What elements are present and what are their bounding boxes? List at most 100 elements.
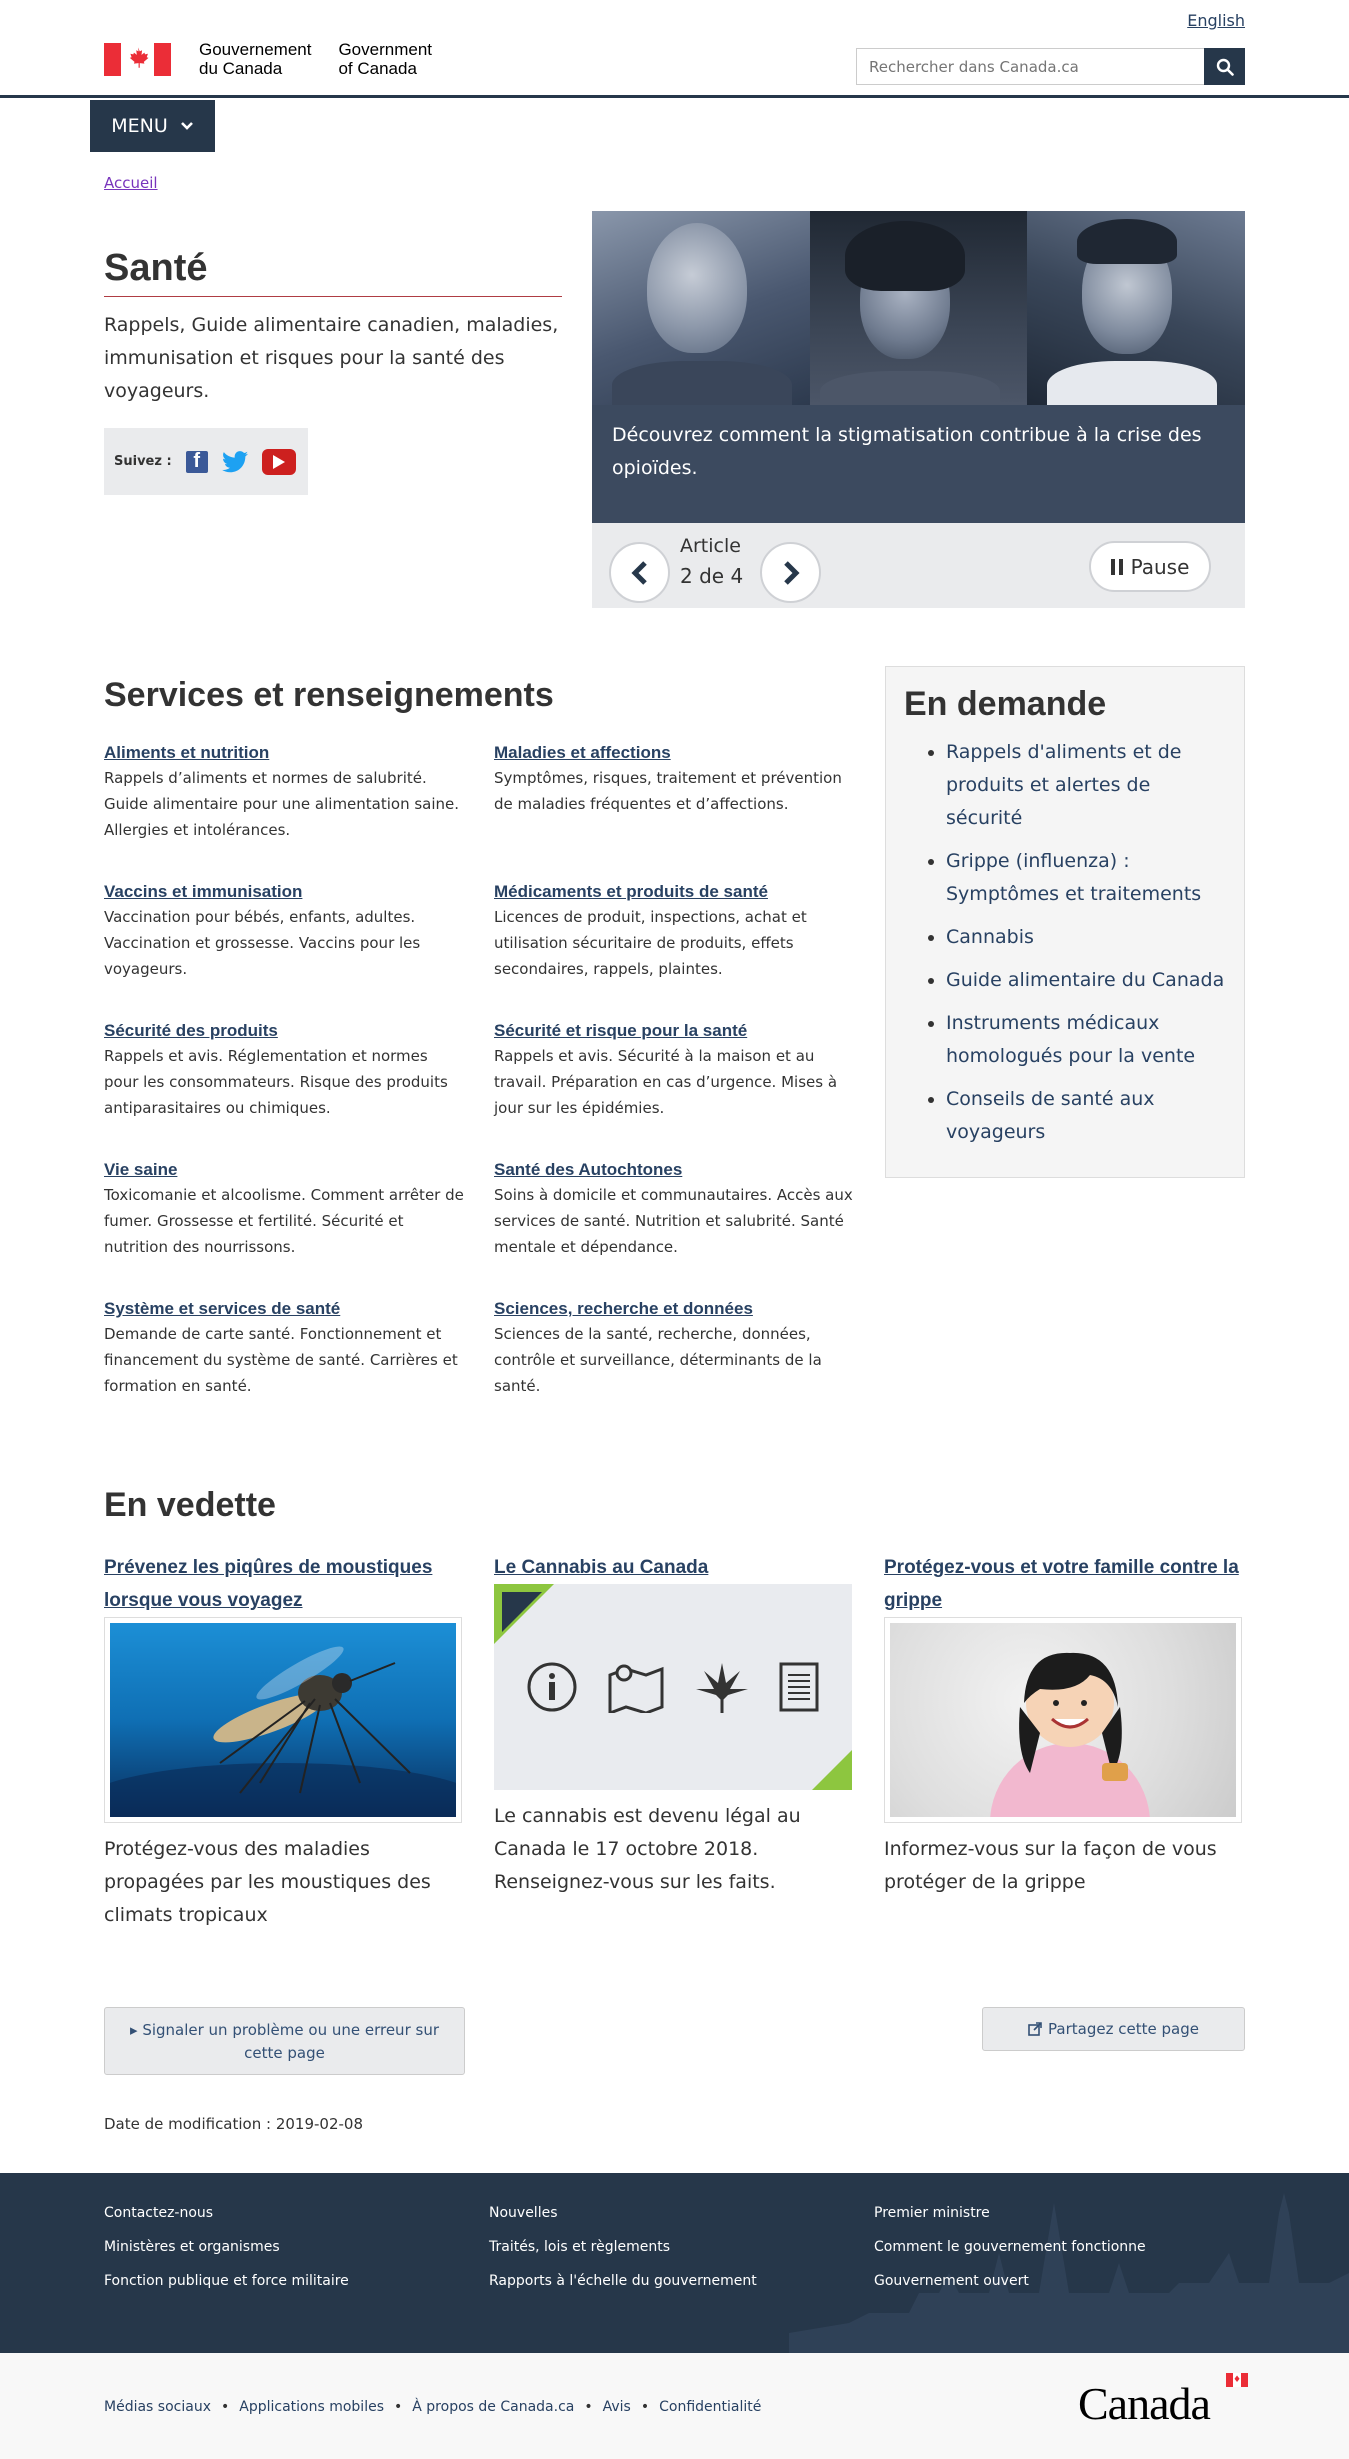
most-requested-list: Rappels d'aliments et de produits et ale… — [904, 736, 1226, 1149]
canada-flag-icon — [104, 42, 171, 76]
most-requested-title: En demande — [904, 685, 1107, 723]
service-item: Sécurité des produits Rappels et avis. Ré… — [104, 1021, 464, 1160]
service-link[interactable]: Maladies et affections — [494, 743, 671, 762]
footer-link[interactable]: Traités, lois et règlements — [489, 2239, 874, 2255]
footer-sub-link[interactable]: Médias sociaux — [104, 2399, 211, 2415]
most-requested-link[interactable]: Grippe (influenza) : Symptômes et traite… — [946, 850, 1201, 905]
service-description: Sciences de la santé, recherche, données… — [494, 1325, 822, 1395]
footer-main: Contactez-nous Nouvelles Premier ministr… — [0, 2173, 1349, 2353]
most-requested-link[interactable]: Conseils de santé aux voyageurs — [946, 1088, 1155, 1143]
list-item: Rappels d'aliments et de produits et ale… — [946, 736, 1226, 835]
footer-link[interactable]: Fonction publique et force militaire — [104, 2273, 489, 2289]
site-header: English Gouvernement du Canada Governmen… — [0, 0, 1349, 98]
footer-sub: Médias sociaux • Applications mobiles • À … — [0, 2353, 1349, 2459]
footer-link[interactable]: Ministères et organismes — [104, 2239, 489, 2255]
service-item: Maladies et affections Symptômes, risques… — [494, 743, 854, 882]
list-item: Guide alimentaire du Canada — [946, 964, 1226, 997]
featured-item: Le Cannabis au Canada Le cannabis est de… — [494, 1551, 852, 1932]
featured-link[interactable]: Le Cannabis au Canada — [494, 1551, 852, 1584]
featured-item: Prévenez les piqûres de moustiques lorsq… — [104, 1551, 462, 1932]
service-link[interactable]: Santé des Autochtones — [494, 1160, 682, 1179]
list-item: Instruments médicaux homologués pour la … — [946, 1007, 1226, 1073]
carousel-controls: Article 2 de 4 Pause — [592, 523, 1245, 608]
service-description: Soins à domicile et communautaires. Accè… — [494, 1186, 853, 1256]
footer-link[interactable]: Contactez-nous — [104, 2205, 489, 2221]
footer-sub-link[interactable]: Confidentialité — [659, 2399, 761, 2415]
services-title: Services et renseignements — [104, 676, 554, 714]
government-signature[interactable]: Gouvernement du Canada Government of Can… — [104, 40, 432, 78]
language-toggle-link[interactable]: English — [1187, 11, 1245, 30]
youtube-icon[interactable] — [261, 448, 296, 475]
footer-link[interactable]: Comment le gouvernement fonctionne — [874, 2239, 1259, 2255]
pause-icon — [1110, 558, 1123, 575]
footer-sub-link[interactable]: À propos de Canada.ca — [412, 2399, 574, 2415]
share-icon — [1028, 2022, 1042, 2036]
chevron-right-icon — [783, 560, 800, 585]
service-description: Licences de produit, inspections, achat … — [494, 908, 807, 978]
most-requested-link[interactable]: Rappels d'aliments et de produits et ale… — [946, 741, 1182, 829]
service-link[interactable]: Médicaments et produits de santé — [494, 882, 768, 901]
featured-section: En vedette Prévenez les piqûres de moust… — [104, 1486, 1245, 1932]
carousel-pause-button[interactable]: Pause — [1089, 541, 1211, 592]
service-description: Symptômes, risques, traitement et préven… — [494, 769, 842, 813]
document-icon — [779, 1662, 819, 1712]
service-item: Sécurité et risque pour la santé Rappels … — [494, 1021, 854, 1160]
list-item: Conseils de santé aux voyageurs — [946, 1083, 1226, 1149]
carousel-previous-button[interactable] — [609, 542, 670, 603]
footer-sub-link[interactable]: Avis — [603, 2399, 631, 2415]
cannabis-image[interactable] — [494, 1584, 852, 1790]
service-item: Aliments et nutrition Rappels d’aliments … — [104, 743, 464, 882]
share-page-label: Partagez cette page — [1048, 2020, 1199, 2038]
search-button[interactable] — [1204, 48, 1245, 85]
search-icon — [1216, 58, 1234, 76]
featured-link[interactable]: Prévenez les piqûres de moustiques lorsq… — [104, 1551, 462, 1617]
map-icon — [608, 1664, 664, 1713]
social-follow: Suivez : f — [104, 428, 308, 495]
report-problem-label: Signaler un problème ou une erreur sur c… — [142, 2021, 439, 2062]
chevron-down-icon — [180, 122, 193, 130]
carousel-next-button[interactable] — [760, 542, 821, 603]
most-requested-link[interactable]: Cannabis — [946, 926, 1034, 948]
breadcrumb-home-link[interactable]: Accueil — [104, 174, 158, 192]
footer-link[interactable]: Nouvelles — [489, 2205, 874, 2221]
footer-link[interactable]: Gouvernement ouvert — [874, 2273, 1259, 2289]
service-description: Rappels d’aliments et normes de salubrit… — [104, 769, 460, 839]
service-link[interactable]: Sciences, recherche et données — [494, 1299, 753, 1318]
follow-label: Suivez : — [114, 454, 172, 469]
most-requested-link[interactable]: Guide alimentaire du Canada — [946, 969, 1224, 991]
twitter-icon[interactable] — [221, 450, 248, 473]
search-input[interactable] — [856, 48, 1204, 85]
facebook-icon[interactable]: f — [185, 450, 208, 473]
service-link[interactable]: Vie saine — [104, 1160, 177, 1179]
service-item: Système et services de santé Demande de c… — [104, 1299, 464, 1438]
most-requested-panel: En demande Rappels d'aliments et de prod… — [885, 666, 1245, 1178]
service-item: Sciences, recherche et données Sciences d… — [494, 1299, 854, 1438]
service-link[interactable]: Aliments et nutrition — [104, 743, 269, 762]
flu-child-image[interactable] — [884, 1617, 1242, 1823]
page-intro: Rappels, Guide alimentaire canadien, mal… — [104, 314, 559, 402]
featured-grid: Prévenez les piqûres de moustiques lorsq… — [104, 1551, 1245, 1932]
mosquito-image[interactable] — [104, 1617, 462, 1823]
service-description: Toxicomanie et alcoolisme. Comment arrêt… — [104, 1186, 464, 1256]
footer-link[interactable]: Premier ministre — [874, 2205, 1259, 2221]
report-problem-button[interactable]: ▸ Signaler un problème ou une erreur sur… — [104, 2007, 465, 2075]
service-item: Médicaments et produits de santé Licences… — [494, 882, 854, 1021]
footer-sub-link[interactable]: Applications mobiles — [239, 2399, 384, 2415]
wordmark-french: Gouvernement du Canada — [199, 40, 312, 78]
footer-link[interactable]: Rapports à l'échelle du gouvernement — [489, 2273, 874, 2289]
service-link[interactable]: Système et services de santé — [104, 1299, 340, 1318]
service-link[interactable]: Sécurité et risque pour la santé — [494, 1021, 747, 1040]
service-description: Rappels et avis. Sécurité à la maison et… — [494, 1047, 838, 1117]
featured-link[interactable]: Protégez-vous et votre famille contre la… — [884, 1551, 1242, 1617]
services-section: Services et renseignements Aliments et n… — [104, 676, 854, 1438]
hero-intro: Santé Rappels, Guide alimentaire canadie… — [104, 247, 562, 495]
service-link[interactable]: Vaccins et immunisation — [104, 882, 302, 901]
service-item: Vaccins et immunisation Vaccination pour … — [104, 882, 464, 1021]
menu-button[interactable]: MENU — [90, 100, 215, 152]
most-requested-link[interactable]: Instruments médicaux homologués pour la … — [946, 1012, 1195, 1067]
carousel-caption-link[interactable]: Découvrez comment la stigmatisation cont… — [612, 424, 1202, 479]
share-page-button[interactable]: Partagez cette page — [982, 2007, 1245, 2051]
footer-sub-links: Médias sociaux • Applications mobiles • À … — [104, 2399, 762, 2415]
service-description: Demande de carte santé. Fonctionnement e… — [104, 1325, 458, 1395]
service-link[interactable]: Sécurité des produits — [104, 1021, 278, 1040]
